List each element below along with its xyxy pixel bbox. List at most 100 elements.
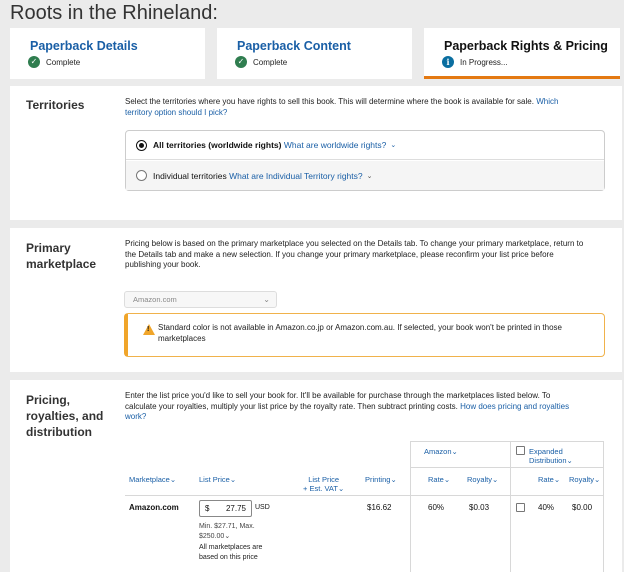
row-marketplace: Amazon.com [129,503,179,512]
primary-marketplace-description: Pricing below is based on the primary ma… [125,239,610,271]
tab-paperback-details[interactable]: Paperback Details ✓ Complete [10,28,205,79]
price-note: All marketplaces are based on this price [199,543,262,562]
radio-label: All territories (worldwide rights) [153,140,282,150]
pricing-help-link-cont[interactable]: work? [125,412,146,421]
list-price-column-header[interactable]: List Price⌄ [199,475,236,484]
marketplace-column-header[interactable]: Marketplace⌄ [129,475,176,484]
row-expanded-rate: 40% [538,503,555,512]
chevron-down-icon[interactable]: ⌄ [367,172,373,180]
description-line: Pricing below is based on the primary ma… [125,239,584,248]
price-note-text: based on this price [199,553,258,561]
warning-alert: ! Standard color is not available in Ama… [124,313,605,357]
radio-option-individual-territories[interactable]: Individual territories What are Individu… [126,161,604,190]
description-line: the Details tab and make a new selection… [125,249,554,259]
tab-paperback-content[interactable]: Paperback Content ✓ Complete [217,28,412,79]
rate-column-header[interactable]: Rate⌄ [428,475,450,484]
tab-status: i In Progress... [442,56,508,68]
header-text: List Price [199,475,230,484]
territory-help-link[interactable]: Which [536,97,558,106]
pricing-title: Pricing, royalties, and distribution [26,392,103,440]
title-line: royalties, and [26,409,104,423]
tab-status-text: Complete [46,57,81,67]
header-text: Distribution [529,456,567,465]
row-royalty: $0.03 [469,503,490,512]
radio-button-unchecked[interactable] [136,170,147,181]
table-divider [410,467,603,468]
price-value: 27.75 [225,504,246,513]
expanded-distribution-header[interactable]: Expanded Distribution⌄ [529,447,573,465]
info-circle-icon: i [442,56,454,68]
row-expanded-distribution-checkbox[interactable] [516,503,525,512]
header-text: Printing [365,475,391,484]
currency-symbol: $ [205,504,210,513]
tab-status: ✓ Complete [235,56,287,68]
expanded-rate-column-header[interactable]: Rate⌄ [538,475,560,484]
primary-marketplace-title: Primary marketplace [26,240,96,272]
territories-description-text: Select the territories where you have ri… [125,97,534,106]
price-note-text: All marketplaces are [199,544,263,551]
header-text: Royalty [569,475,595,484]
book-title: Roots in the Rhineland: [10,2,218,24]
territory-help-link-cont[interactable]: territory option should I pick? [125,108,227,117]
territories-description: Select the territories where you have ri… [125,97,605,118]
header-text: Rate [538,475,554,484]
printing-column-header[interactable]: Printing⌄ [365,475,397,484]
row-printing-cost: $16.62 [367,503,392,512]
expanded-distribution-checkbox[interactable] [516,446,525,455]
price-limits: Min. $27.71, Max. $250.00⌄ [199,523,255,540]
title-line: marketplace [26,257,97,271]
tab-label: Paperback Content [237,39,351,53]
alert-line: Standard color is not available in Amazo… [158,323,562,332]
radio-button-checked[interactable] [136,139,147,151]
table-divider [410,441,411,572]
expanded-royalty-column-header[interactable]: Royalty⌄ [569,475,600,484]
header-text: Marketplace [129,475,170,484]
tab-label: Paperback Details [30,39,138,53]
header-text: Royalty [467,475,493,484]
warning-alert-text: Standard color is not available in Amazo… [158,323,598,344]
pricing-description: Enter the list price you'd like to sell … [125,391,610,423]
amazon-group-header[interactable]: Amazon⌄ [424,447,458,456]
table-divider [510,441,511,572]
price-limits-text: Min. $27.71, Max. [199,523,255,530]
pricing-help-link[interactable]: How does pricing and royalties [460,402,569,411]
territories-title: Territories [26,98,85,112]
table-divider [410,441,603,442]
description-line: Enter the list price you'd like to sell … [125,391,551,400]
description-line: publishing your book. [125,260,201,269]
row-expanded-royalty: $0.00 [572,503,593,512]
table-divider [603,441,604,572]
header-text: Amazon [424,447,452,456]
header-text: + Est. VAT [303,484,338,493]
radio-label: Individual territories [153,170,227,181]
royalty-column-header[interactable]: Royalty⌄ [467,475,498,484]
marketplace-select-value: Amazon.com [133,295,177,304]
tab-status: ✓ Complete [28,56,80,68]
tab-status-text: Complete [253,57,288,67]
worldwide-rights-link[interactable]: What are worldwide rights? [284,140,387,150]
marketplace-select[interactable]: Amazon.com ⌄ [124,291,277,308]
price-limits-text: $250.00 [199,532,225,540]
list-price-vat-column-header[interactable]: List Price + Est. VAT⌄ [303,475,344,493]
header-text: Expanded [529,447,563,456]
warning-icon: ! [143,324,155,335]
check-circle-icon: ✓ [235,56,247,68]
title-line: Primary [26,241,71,255]
individual-rights-link[interactable]: What are Individual Territory rights? [229,171,363,181]
alert-line: marketplaces [158,333,206,343]
title-line: Pricing, [26,393,71,407]
title-line: distribution [26,425,92,439]
header-text: Rate [428,475,444,484]
header-text: List Price [308,475,340,484]
row-rate: 60% [428,503,445,512]
list-price-input[interactable]: $ 27.75 [199,500,252,517]
tab-paperback-rights-pricing[interactable]: Paperback Rights & Pricing i In Progress… [424,28,620,79]
radio-option-all-territories[interactable]: All territories (worldwide rights) What … [126,131,604,160]
table-divider [125,495,603,496]
territories-radio-group: All territories (worldwide rights) What … [125,130,605,191]
description-line: calculate your royalties, multiply your … [125,401,458,411]
tab-status-text: In Progress... [460,57,508,67]
currency-label: USD [255,504,270,511]
chevron-down-icon[interactable]: ⌄ [390,141,396,149]
check-circle-icon: ✓ [28,56,40,68]
